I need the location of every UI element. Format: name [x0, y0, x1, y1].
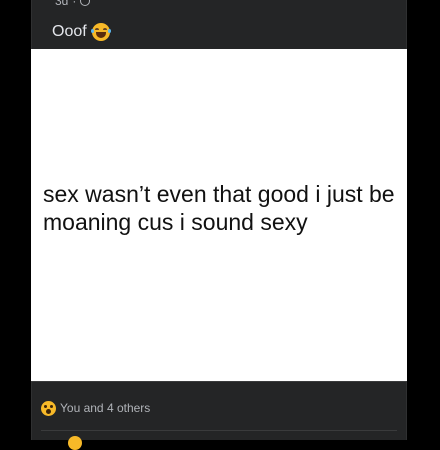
post-caption: Ooof [52, 21, 111, 43]
comments-divider [41, 430, 397, 431]
wow-reaction-icon [41, 400, 56, 416]
image-divider [31, 381, 407, 382]
comment-emoji-icon [68, 436, 82, 450]
meta-separator: · [72, 0, 77, 8]
caption-text: Ooof [52, 23, 87, 40]
globe-icon [80, 0, 91, 6]
post-timestamp[interactable]: 3d [55, 0, 68, 8]
laughing-crying-emoji-icon [90, 23, 111, 41]
post-meta: 3d · [55, 0, 91, 8]
reactions-summary[interactable]: You and 4 others [41, 400, 150, 416]
meme-text: sex wasn’t even that good i just be moan… [43, 181, 395, 235]
post-image[interactable]: sex wasn’t even that good i just be moan… [31, 49, 407, 381]
reactions-count-text[interactable]: You and 4 others [60, 401, 150, 415]
